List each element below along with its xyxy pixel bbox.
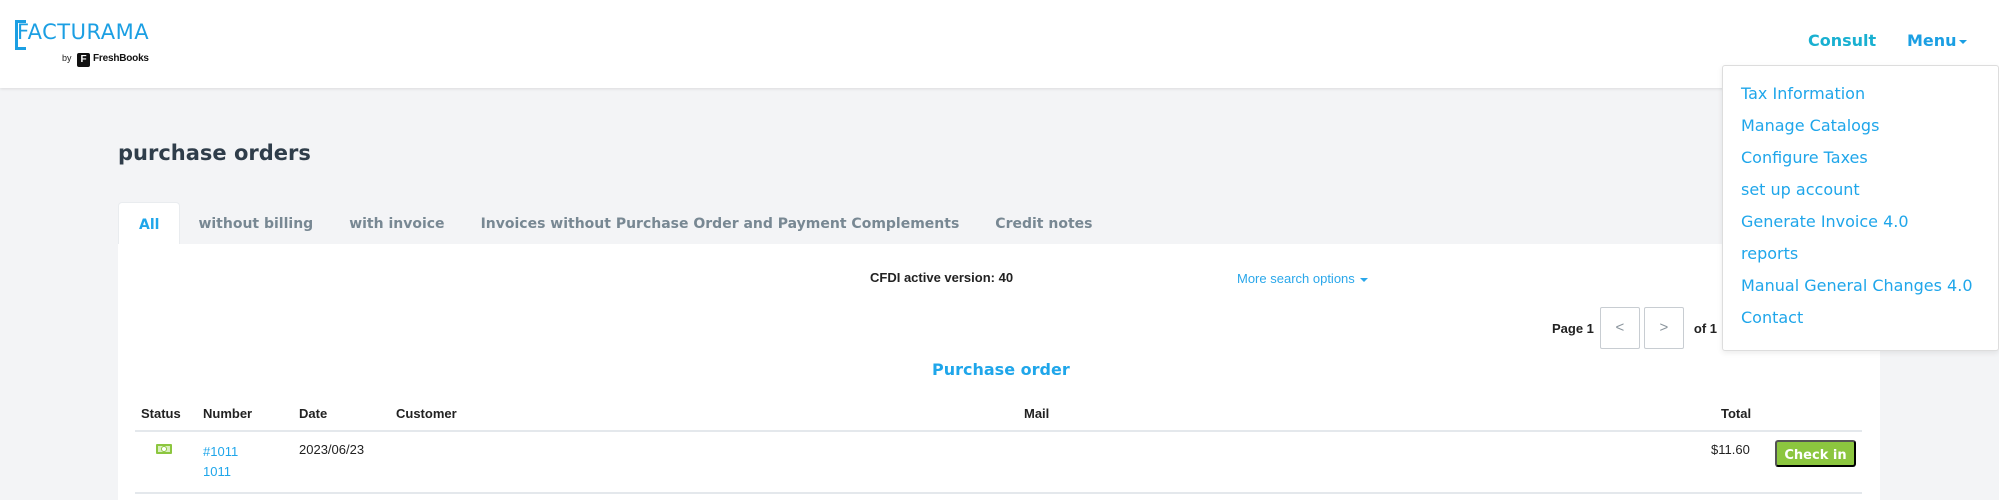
order-total: $11.60 [1711, 442, 1750, 457]
order-folio: 1011 [203, 464, 231, 479]
caret-down-icon [1958, 39, 1967, 44]
column-number: Number [203, 406, 253, 421]
top-header: FACTURAMA by F FreshBooks Consult Menu [0, 0, 1999, 88]
table-row: #1011 1011 2023/06/23 $11.60 Check in [135, 432, 1862, 494]
nav-menu-label: Menu [1907, 31, 1957, 50]
menu-dropdown: Tax Information Manage Catalogs Configur… [1722, 65, 1999, 351]
prev-page-button[interactable]: < [1599, 307, 1640, 349]
menu-item-set-up-account[interactable]: set up account [1723, 174, 1998, 206]
section-title: Purchase order [932, 360, 1070, 379]
next-page-button[interactable]: > [1643, 307, 1684, 349]
more-search-label: More search options [1237, 271, 1355, 286]
menu-item-generate-invoice[interactable]: Generate Invoice 4.0 [1723, 206, 1998, 238]
cfdi-version-label: CFDI active version: 40 [870, 270, 1014, 285]
menu-item-reports[interactable]: reports [1723, 238, 1998, 270]
tab-without-billing[interactable]: without billing [180, 202, 331, 244]
page-total-label: of 1 [1693, 320, 1718, 336]
money-bill-icon [156, 444, 172, 454]
tab-bar: All without billing with invoice Invoice… [118, 202, 1110, 244]
pagination: Page 1 < > of 1 [1552, 307, 1717, 349]
order-number-link[interactable]: #1011 1011 [203, 442, 238, 482]
order-number: #1011 [203, 444, 239, 459]
logo-partner: FreshBooks [93, 53, 149, 64]
purchase-orders-table: Status Number Date Customer Mail Total #… [135, 396, 1862, 494]
page-title: purchase orders [118, 141, 311, 165]
check-in-button[interactable]: Check in [1775, 440, 1856, 467]
column-status: Status [141, 406, 181, 421]
tab-all[interactable]: All [118, 202, 181, 244]
logo-by: by [62, 53, 72, 63]
facturama-logo[interactable]: FACTURAMA by F FreshBooks [15, 20, 157, 70]
more-search-options-link[interactable]: More search options [1237, 271, 1369, 286]
column-total: Total [1721, 406, 1752, 421]
freshbooks-icon: F [77, 53, 90, 67]
menu-item-manual-general-changes[interactable]: Manual General Changes 4.0 [1723, 270, 1998, 302]
column-date: Date [299, 406, 328, 421]
menu-item-manage-catalogs[interactable]: Manage Catalogs [1723, 110, 1998, 142]
caret-down-icon [1360, 277, 1369, 282]
tab-credit-notes[interactable]: Credit notes [977, 202, 1110, 244]
menu-item-tax-information[interactable]: Tax Information [1723, 78, 1998, 110]
menu-item-contact[interactable]: Contact [1723, 302, 1998, 334]
nav-consult-link[interactable]: Consult [1808, 31, 1876, 50]
tab-invoices-without-po[interactable]: Invoices without Purchase Order and Paym… [463, 202, 978, 244]
column-mail: Mail [1024, 406, 1050, 421]
content-card: CFDI active version: 40 More search opti… [118, 244, 1880, 500]
nav-menu-toggle[interactable]: Menu [1907, 31, 1967, 50]
logo-brand: FACTURAMA [17, 20, 150, 44]
table-header: Status Number Date Customer Mail Total [135, 396, 1862, 432]
page-label: Page 1 [1552, 320, 1594, 336]
column-customer: Customer [396, 406, 457, 421]
tab-with-invoice[interactable]: with invoice [331, 202, 462, 244]
order-date: 2023/06/23 [299, 442, 365, 457]
menu-item-configure-taxes[interactable]: Configure Taxes [1723, 142, 1998, 174]
